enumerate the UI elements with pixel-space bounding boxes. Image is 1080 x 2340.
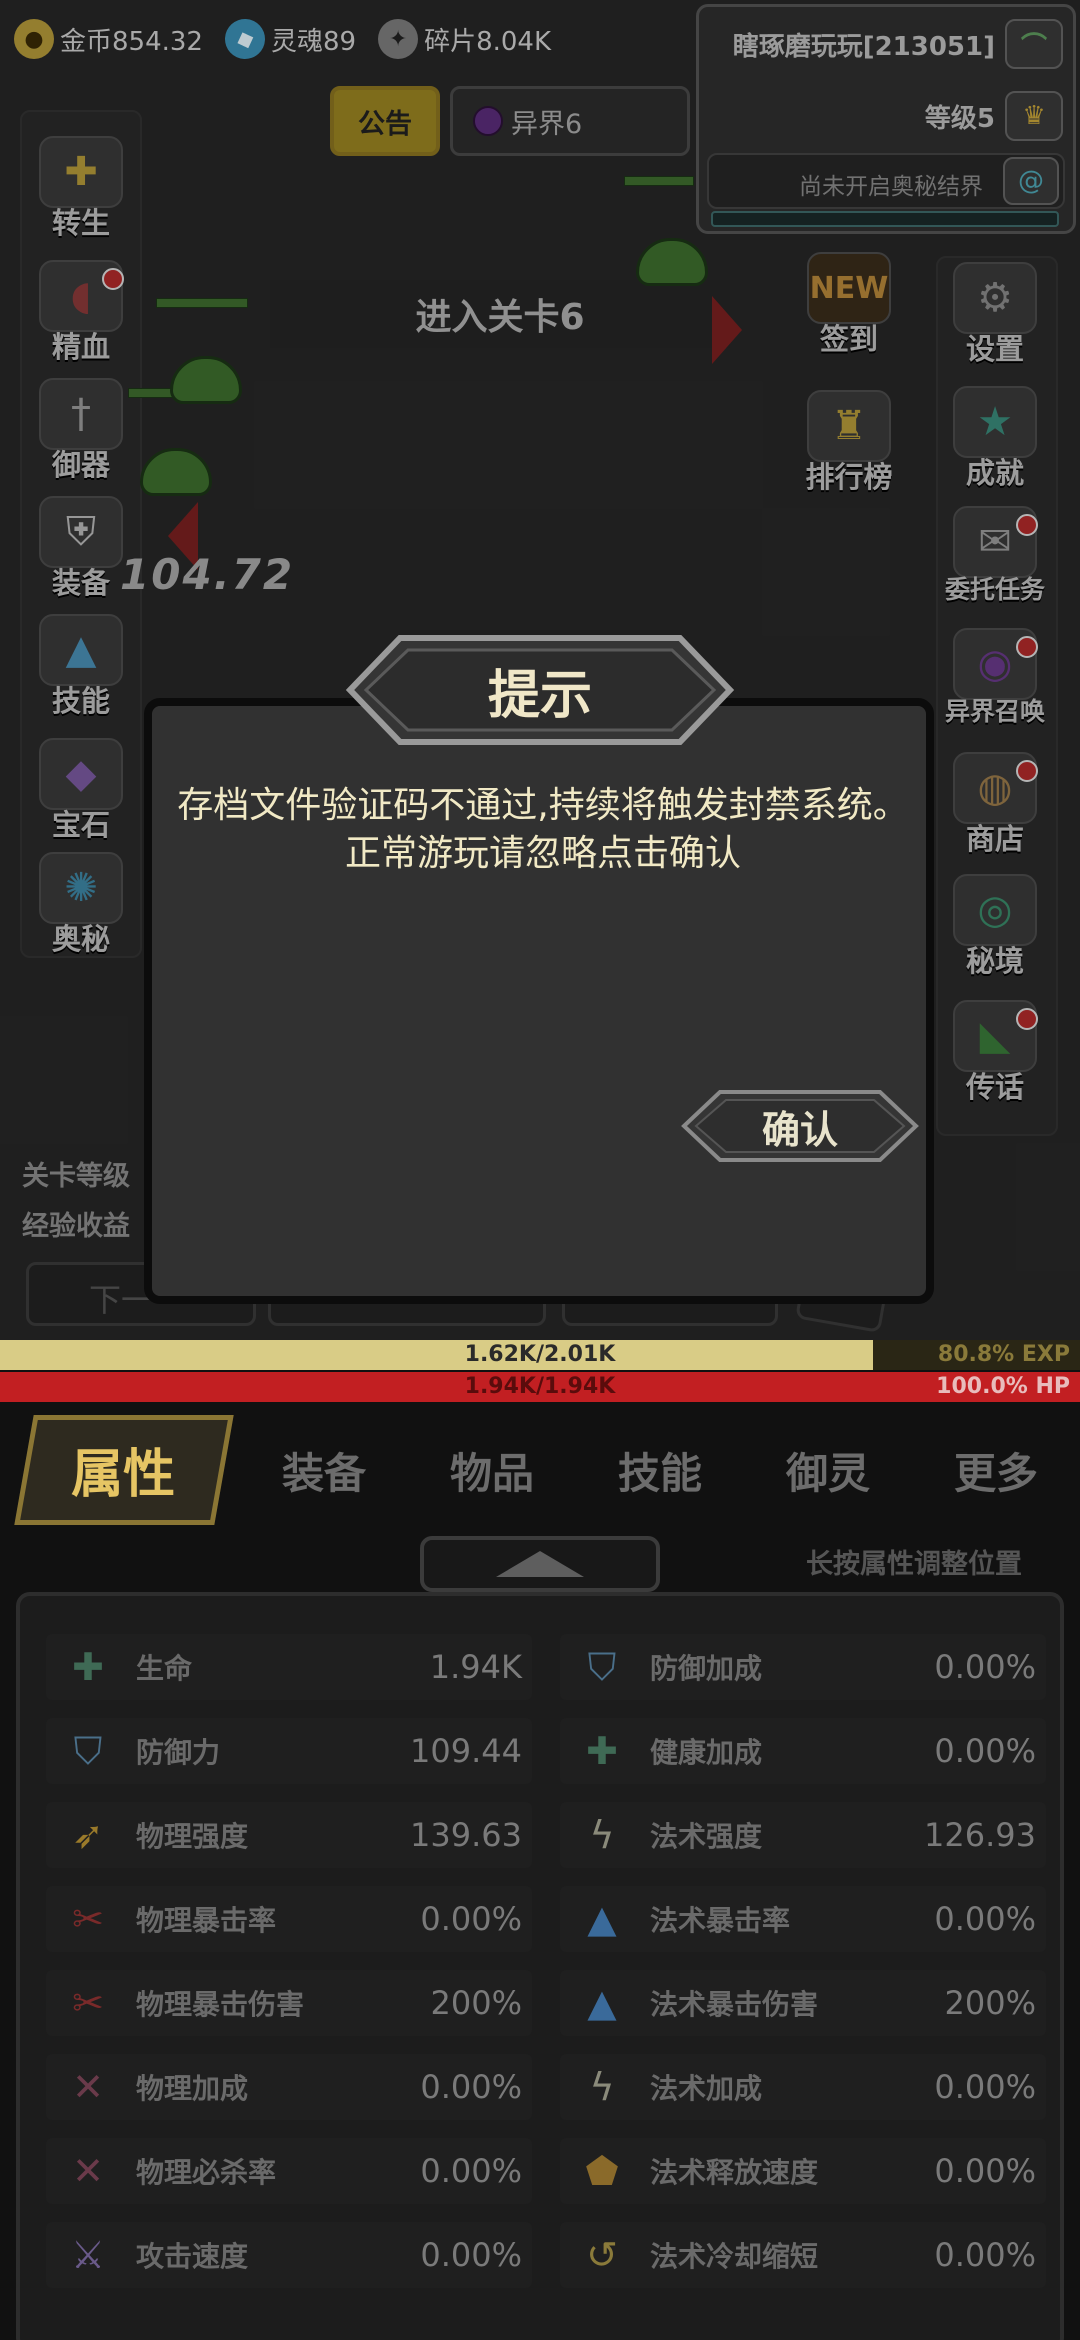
attribute-row[interactable]: ➶ 物理强度 139.63 (46, 1802, 532, 1868)
hp-percent: 100.0% HP (936, 1374, 1070, 1399)
hp-text: 1.94K/1.94K (464, 1374, 616, 1399)
tab-more[interactable]: 更多 (912, 1440, 1080, 1501)
attribute-value: 109.44 (410, 1732, 522, 1770)
dialog-title: 提示 (487, 665, 592, 726)
tab-attributes[interactable]: 属性 (14, 1415, 234, 1525)
flame-icon: ▲ (587, 1981, 617, 2025)
hp-bar: 1.94K/1.94K 100.0% HP (0, 1372, 1080, 1402)
attribute-row[interactable]: ↺ 法术冷却缩短 0.00% (560, 2222, 1046, 2288)
attribute-row[interactable]: ▲ 法术暴击率 0.00% (560, 1886, 1046, 1952)
attribute-row[interactable]: ⚔ 攻击速度 0.00% (46, 2222, 532, 2288)
attribute-row[interactable]: ⛉ 防御力 109.44 (46, 1718, 532, 1784)
cross-blades-icon: ✕ (72, 2149, 104, 2193)
collapse-toggle-button[interactable] (420, 1536, 660, 1592)
attribute-value: 0.00% (420, 2236, 522, 2274)
tab-attributes-label: 属性 (71, 1445, 176, 1505)
attribute-row[interactable]: ⬟ 法术释放速度 0.00% (560, 2138, 1046, 2204)
attribute-row[interactable]: ✕ 物理加成 0.00% (46, 2054, 532, 2120)
attribute-name: 法术暴击率 (650, 1904, 791, 1937)
exp-percent: 80.8% EXP (937, 1342, 1070, 1367)
attribute-row[interactable]: ✂ 物理暴击率 0.00% (46, 1886, 532, 1952)
attribute-value: 200% (944, 1984, 1036, 2022)
tab-equipment[interactable]: 装备 (240, 1440, 408, 1501)
attribute-row[interactable]: ϟ 法术强度 126.93 (560, 1802, 1046, 1868)
attribute-name: 法术加成 (650, 2072, 763, 2105)
tab-skills[interactable]: 技能 (576, 1440, 744, 1501)
attribute-name: 物理强度 (136, 1820, 249, 1853)
attribute-value: 0.00% (934, 2152, 1036, 2190)
attribute-hint: 长按属性调整位置 (806, 1549, 1022, 1580)
attribute-value: 0.00% (934, 1648, 1036, 1686)
attribute-row[interactable]: ▲ 法术暴击伤害 200% (560, 1970, 1046, 2036)
cross-icon: ✚ (586, 1729, 618, 1773)
attribute-row[interactable]: ⛉ 防御加成 0.00% (560, 1634, 1046, 1700)
attribute-value: 200% (430, 1984, 522, 2022)
attribute-name: 物理暴击率 (136, 1904, 277, 1937)
attribute-row[interactable]: ϟ 法术加成 0.00% (560, 2054, 1046, 2120)
shield-orange-icon: ⬟ (585, 2149, 619, 2193)
attribute-value: 126.93 (924, 1816, 1036, 1854)
cross-icon: ✚ (72, 1645, 104, 1689)
bottom-tab-bar: 属性 装备 物品 技能 御灵 更多 (0, 1408, 1080, 1532)
attribute-row[interactable]: ✚ 健康加成 0.00% (560, 1718, 1046, 1784)
attribute-value: 0.00% (934, 2068, 1036, 2106)
shield-icon: ⛉ (73, 1728, 103, 1773)
confirm-label: 确认 (761, 1107, 838, 1152)
claw-icon: ✂ (72, 1897, 104, 1941)
attribute-name: 防御加成 (650, 1652, 763, 1685)
attribute-name: 物理必杀率 (136, 2156, 277, 2189)
attribute-name: 防御力 (136, 1736, 221, 1769)
dialog-message: 存档文件验证码不通过,持续将触发封禁系统。正常游玩请忽略点击确认 (177, 785, 909, 874)
attribute-value: 0.00% (934, 1732, 1036, 1770)
shield-icon: ⛉ (587, 1644, 617, 1689)
attribute-row[interactable]: ✚ 生命 1.94K (46, 1634, 532, 1700)
attribute-name: 健康加成 (650, 1736, 763, 1769)
attribute-name: 法术强度 (650, 1820, 763, 1853)
sword-icon: ➶ (72, 1813, 104, 1857)
tab-items[interactable]: 物品 (408, 1440, 576, 1501)
attribute-value: 0.00% (934, 1900, 1036, 1938)
lightning-icon: ϟ (589, 2065, 615, 2109)
attribute-name: 物理加成 (136, 2072, 249, 2105)
sword-purple-icon: ⚔ (70, 2233, 106, 2277)
flame-icon: ▲ (587, 1897, 617, 1941)
attribute-name: 法术冷却缩短 (650, 2240, 819, 2273)
attribute-name: 法术暴击伤害 (650, 1988, 819, 2021)
attribute-row[interactable]: ✂ 物理暴击伤害 200% (46, 1970, 532, 2036)
attribute-value: 0.00% (420, 2068, 522, 2106)
attribute-name: 攻击速度 (136, 2240, 249, 2273)
dialog-title-box: 提示 (330, 630, 750, 750)
exp-bar: 1.62K/2.01K 80.8% EXP (0, 1340, 1080, 1370)
attribute-panel: ✚ 生命 1.94K ⛉ 防御加成 0.00% ⛉ 防御力 109.44 ✚ 健康加成 0.00% ➶ 物… (16, 1592, 1064, 2340)
tab-spirits[interactable]: 御灵 (744, 1440, 912, 1501)
chevron-up-icon (496, 1551, 584, 1577)
attribute-name: 物理暴击伤害 (136, 1988, 305, 2021)
lightning-icon: ϟ (589, 1813, 615, 1857)
attribute-name: 法术释放速度 (650, 2156, 819, 2189)
attribute-value: 0.00% (420, 2152, 522, 2190)
attribute-row[interactable]: ✕ 物理必杀率 0.00% (46, 2138, 532, 2204)
attribute-value: 0.00% (934, 2236, 1036, 2274)
attribute-value: 0.00% (420, 1900, 522, 1938)
attribute-value: 139.63 (410, 1816, 522, 1854)
attribute-name: 生命 (136, 1652, 193, 1685)
confirm-button[interactable]: 确认 (680, 1088, 920, 1164)
exp-text: 1.62K/2.01K (464, 1342, 616, 1367)
attribute-grid: ✚ 生命 1.94K ⛉ 防御加成 0.00% ⛉ 防御力 109.44 ✚ 健康加成 0.00% ➶ 物… (46, 1634, 1046, 2288)
cross-blades-icon: ✕ (72, 2065, 104, 2109)
attribute-value: 1.94K (429, 1648, 522, 1686)
claw-icon: ✂ (72, 1981, 104, 2025)
swirl-icon: ↺ (586, 2233, 618, 2277)
